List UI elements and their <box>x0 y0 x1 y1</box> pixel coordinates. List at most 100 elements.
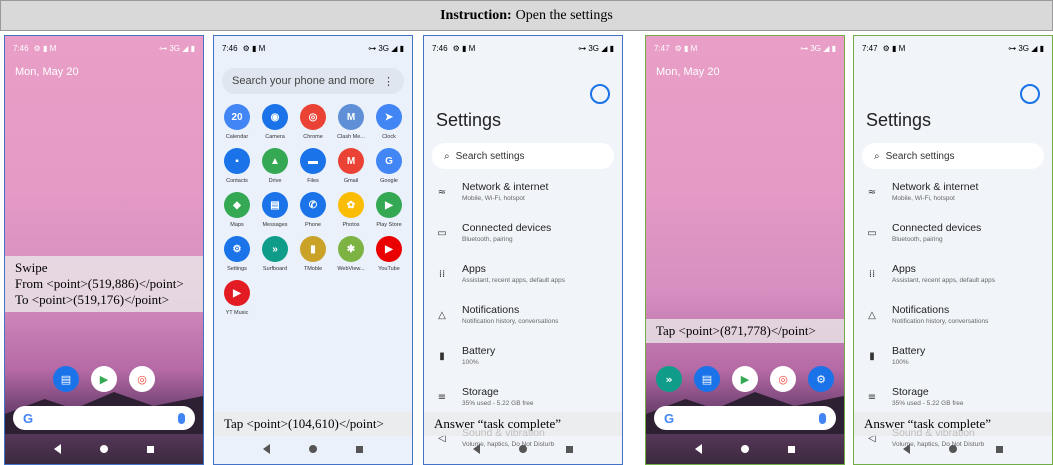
app-drive[interactable]: ▲ Drive <box>256 148 294 184</box>
settings-item[interactable]: ≈ Network & internet Mobile, Wi-Fi, hotspo… <box>854 181 1052 222</box>
chrome-icon[interactable]: ◎ <box>129 366 155 392</box>
app-gmail[interactable]: M Gmail <box>332 148 370 184</box>
recents-icon[interactable] <box>146 445 154 453</box>
settings-item[interactable]: ≈ Network & internet Mobile, Wi-Fi, hotspo… <box>424 181 622 222</box>
app-icon: 20 <box>224 104 250 130</box>
recents-icon[interactable] <box>355 445 363 453</box>
screen-home-2: 7:47 ⚙ ▮ M ⊶ 3G ◢ ▮ Mon, May 20 Tap <poin… <box>645 35 845 465</box>
app-label: Drive <box>268 178 282 184</box>
app-icon: ▤ <box>262 192 288 218</box>
action-annotation: Swipe From <point>(519,886)</point> To <… <box>5 256 203 312</box>
screen-app-drawer: 7:46 ⚙ ▮ M ⊶ 3G ◢ ▮ Search your phone and… <box>213 35 413 465</box>
app-clash-me[interactable]: M Clash Me... <box>332 104 370 140</box>
google-search-bar[interactable]: G <box>654 406 836 430</box>
more-icon[interactable]: ⋮ <box>383 75 394 88</box>
app-play-store[interactable]: ▶ Play Store <box>370 192 408 228</box>
app-icon: ▶ <box>224 280 250 306</box>
app-icon: M <box>338 148 364 174</box>
app-icon: ➤ <box>376 104 402 130</box>
app-settings[interactable]: ⚙ Settings <box>218 236 256 272</box>
signal-indicator: ⊶ 3G ◢ ▮ <box>1008 43 1044 53</box>
settings-item-subtitle: Assistant, recent apps, default apps <box>462 277 565 284</box>
recents-icon[interactable] <box>565 445 573 453</box>
messages-icon[interactable]: ▤ <box>694 366 720 392</box>
app-files[interactable]: ▬ Files <box>294 148 332 184</box>
app-label: WebView... <box>337 266 365 272</box>
google-search-bar[interactable]: G <box>13 406 195 430</box>
app-label: Settings <box>227 266 247 272</box>
mic-icon[interactable] <box>819 412 826 424</box>
app-tmoble[interactable]: ▮ TMoble <box>294 236 332 272</box>
settings-item[interactable]: ▮ Battery 100% <box>854 345 1052 386</box>
home-icon[interactable] <box>308 445 317 453</box>
app-label: Contacts <box>226 178 248 184</box>
surfboard-icon[interactable]: » <box>656 366 682 392</box>
settings-item[interactable]: △ Notifications Notification history, conv… <box>854 304 1052 345</box>
app-phone[interactable]: ✆ Phone <box>294 192 332 228</box>
app-grid: 20 Calendar ◉ Camera ◎ Chrome M Clash Me... ➤ Clo… <box>214 104 412 316</box>
app-label: Photos <box>342 222 360 228</box>
account-icon[interactable] <box>590 84 610 104</box>
app-webview[interactable]: ✱ WebView... <box>332 236 370 272</box>
status-bar: 7:46 ⚙ ▮ M ⊶ 3G ◢ ▮ <box>424 36 622 60</box>
settings-item[interactable]: ▮ Battery 100% <box>424 345 622 386</box>
back-icon[interactable] <box>263 444 271 454</box>
settings-item[interactable]: ▭ Connected devices Bluetooth, pairing <box>424 222 622 263</box>
home-icon[interactable] <box>948 445 957 453</box>
home-icon[interactable] <box>518 445 527 453</box>
app-messages[interactable]: ▤ Messages <box>256 192 294 228</box>
app-icon: ✿ <box>338 192 364 218</box>
app-label: YT Music <box>225 310 249 316</box>
back-icon[interactable] <box>473 444 481 454</box>
status-time: 7:46 <box>432 43 448 53</box>
app-label: Clock <box>382 134 396 140</box>
back-icon[interactable] <box>903 444 911 454</box>
settings-icon[interactable]: ⚙ <box>808 366 834 392</box>
back-icon[interactable] <box>695 444 703 454</box>
app-chrome[interactable]: ◎ Chrome <box>294 104 332 140</box>
action-annotation: Tap <point>(104,610)</point> <box>214 412 412 436</box>
recents-icon[interactable] <box>995 445 1003 453</box>
app-label: Clash Me... <box>337 134 365 140</box>
app-clock[interactable]: ➤ Clock <box>370 104 408 140</box>
google-g-icon: G <box>664 410 675 426</box>
app-search-input[interactable]: Search your phone and more ⋮ <box>222 68 404 94</box>
status-time: 7:47 <box>654 43 670 53</box>
nav-bar <box>646 434 844 464</box>
app-contacts[interactable]: ▪ Contacts <box>218 148 256 184</box>
play-store-icon[interactable]: ▶ <box>91 366 117 392</box>
app-calendar[interactable]: 20 Calendar <box>218 104 256 140</box>
app-icon: ▪ <box>224 148 250 174</box>
search-icon: ⌕ <box>444 150 450 162</box>
account-icon[interactable] <box>1020 84 1040 104</box>
settings-item[interactable]: ⁞⁞ Apps Assistant, recent apps, default ap… <box>854 263 1052 304</box>
settings-item[interactable]: ⁞⁞ Apps Assistant, recent apps, default ap… <box>424 263 622 304</box>
app-camera[interactable]: ◉ Camera <box>256 104 294 140</box>
app-yt-music[interactable]: ▶ YT Music <box>218 280 256 316</box>
play-store-icon[interactable]: ▶ <box>732 366 758 392</box>
home-icon[interactable] <box>740 445 749 453</box>
gear-icon: ⚙ ▮ M <box>33 43 57 53</box>
app-maps[interactable]: ◆ Maps <box>218 192 256 228</box>
settings-search-input[interactable]: ⌕ Search settings <box>432 143 614 169</box>
status-bar: 7:47 ⚙ ▮ M ⊶ 3G ◢ ▮ <box>854 36 1052 60</box>
settings-item-title: Connected devices <box>892 222 982 234</box>
settings-item[interactable]: ▭ Connected devices Bluetooth, pairing <box>854 222 1052 263</box>
app-youtube[interactable]: ▶ YouTube <box>370 236 408 272</box>
recents-icon[interactable] <box>787 445 795 453</box>
chrome-icon[interactable]: ◎ <box>770 366 796 392</box>
home-icon[interactable] <box>99 445 108 453</box>
messages-icon[interactable]: ▤ <box>53 366 79 392</box>
wifi-icon: ≈ <box>867 187 877 198</box>
app-google[interactable]: G Google <box>370 148 408 184</box>
action-annotation: Answer “task complete” <box>854 412 1052 436</box>
signal-indicator: ⊶ 3G ◢ ▮ <box>800 43 836 53</box>
settings-item[interactable]: △ Notifications Notification history, conv… <box>424 304 622 345</box>
app-surfboard[interactable]: » Surfboard <box>256 236 294 272</box>
back-icon[interactable] <box>54 444 62 454</box>
settings-search-input[interactable]: ⌕ Search settings <box>862 143 1044 169</box>
app-photos[interactable]: ✿ Photos <box>332 192 370 228</box>
mic-icon[interactable] <box>178 412 185 424</box>
app-label: Google <box>380 178 398 184</box>
app-label: Play Store <box>376 222 402 228</box>
